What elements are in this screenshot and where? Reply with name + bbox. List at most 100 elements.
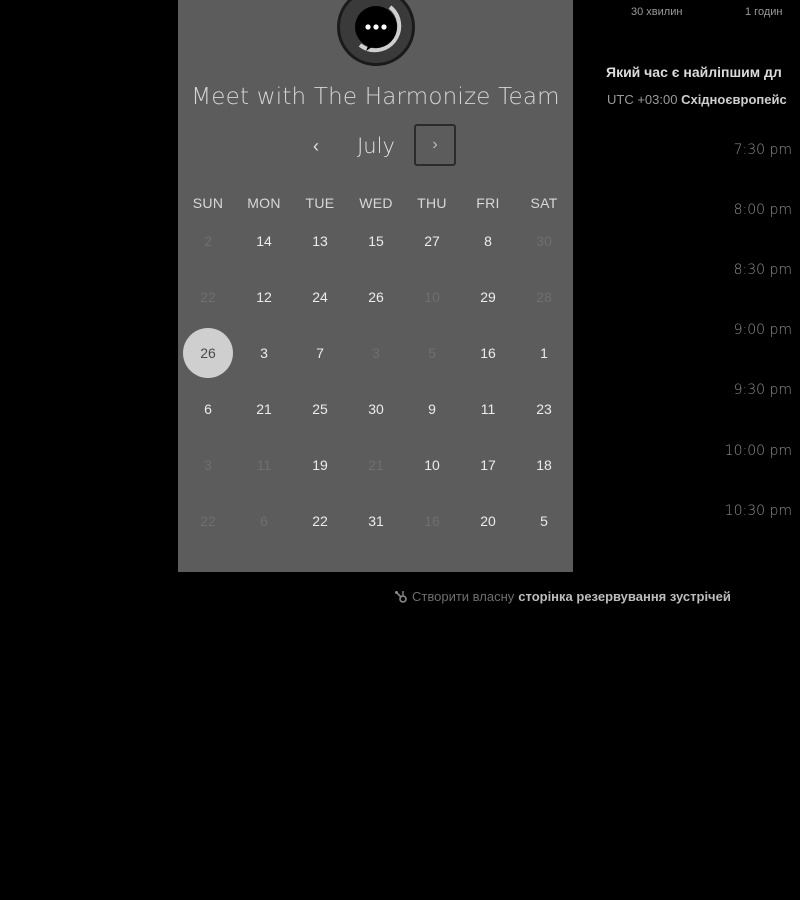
time-question-heading: Який час є найліпшим дл <box>606 64 782 80</box>
day-number: 7 <box>316 345 324 361</box>
calendar-day[interactable]: 6 <box>180 381 236 437</box>
next-month-button[interactable]: › <box>414 124 456 166</box>
calendar-day[interactable]: 3 <box>236 325 292 381</box>
day-number: 31 <box>368 513 384 529</box>
calendar-day: 22 <box>180 269 236 325</box>
day-number: 19 <box>312 457 328 473</box>
calendar-day[interactable]: 18 <box>516 437 572 493</box>
day-number: 1 <box>540 345 548 361</box>
calendar-day: 21 <box>348 437 404 493</box>
duration-option-60[interactable]: 1 годин <box>745 6 782 18</box>
calendar-day[interactable]: 31 <box>348 493 404 549</box>
calendar-week-row: 26 3 7 3 5 16 1 <box>180 325 572 381</box>
weekday-label: WED <box>359 195 393 211</box>
day-number: 11 <box>480 401 496 417</box>
day-number: 5 <box>540 513 548 529</box>
day-number: 18 <box>536 457 552 473</box>
calendar-day[interactable]: 14 <box>236 213 292 269</box>
calendar-week-row: 2 14 13 15 27 8 30 <box>180 213 572 269</box>
day-number: 11 <box>256 457 272 473</box>
chevron-left-icon: ‹ <box>313 135 319 156</box>
chat-bubble-icon <box>355 5 402 53</box>
day-number: 3 <box>372 345 380 361</box>
calendar-day[interactable]: 17 <box>460 437 516 493</box>
day-number: 16 <box>480 345 496 361</box>
calendar-day[interactable]: 29 <box>460 269 516 325</box>
day-number: 2 <box>204 233 212 249</box>
calendar-day: 30 <box>516 213 572 269</box>
calendar-week-row: 22 6 22 31 16 20 5 <box>180 493 572 549</box>
calendar-day: 11 <box>236 437 292 493</box>
weekday-label: MON <box>247 195 281 211</box>
month-label: July <box>357 134 395 158</box>
time-slot[interactable]: 7:30 pm <box>734 142 792 158</box>
calendar-day[interactable]: 11 <box>460 381 516 437</box>
day-number: 3 <box>260 345 268 361</box>
calendar-day: 3 <box>348 325 404 381</box>
day-number: 16 <box>424 513 440 529</box>
time-slot[interactable]: 8:00 pm <box>734 202 792 218</box>
duration-option-30[interactable]: 30 хвилин <box>631 6 682 18</box>
calendar-day: 3 <box>180 437 236 493</box>
calendar-day[interactable]: 30 <box>348 381 404 437</box>
calendar-day[interactable]: 12 <box>236 269 292 325</box>
calendar-day[interactable]: 13 <box>292 213 348 269</box>
calendar-week-row: 22 12 24 26 10 29 28 <box>180 269 572 325</box>
sprocket-icon <box>395 590 407 603</box>
calendar-day[interactable]: 1 <box>516 325 572 381</box>
footer-link-text[interactable]: сторінка резервування зустрічей <box>518 589 731 604</box>
chevron-right-icon: › <box>432 136 438 153</box>
calendar-day[interactable]: 10 <box>404 437 460 493</box>
weekday-label: SUN <box>192 195 224 211</box>
time-slot[interactable]: 10:00 pm <box>725 443 792 459</box>
day-number: 27 <box>424 233 440 249</box>
weekday-label: TUE <box>305 195 335 211</box>
calendar-day: 5 <box>404 325 460 381</box>
time-slot[interactable]: 9:00 pm <box>734 322 792 338</box>
calendar-grid: 2 14 13 15 27 8 30 22 12 24 26 10 29 28 26 3 7 3 5 16 1 6 21 25… <box>180 213 572 549</box>
calendar-day[interactable]: 22 <box>292 493 348 549</box>
time-slot[interactable]: 10:30 pm <box>725 503 792 519</box>
time-slot[interactable]: 9:30 pm <box>734 382 792 398</box>
day-number: 22 <box>200 289 216 305</box>
day-number: 29 <box>480 289 496 305</box>
day-number: 22 <box>200 513 216 529</box>
calendar-day[interactable]: 8 <box>460 213 516 269</box>
time-slot[interactable]: 8:30 pm <box>734 262 792 278</box>
selected-day[interactable]: 26 <box>180 325 236 381</box>
day-number: 8 <box>484 233 492 249</box>
day-number: 22 <box>312 513 328 529</box>
day-number: 6 <box>260 513 268 529</box>
day-number: 23 <box>536 401 552 417</box>
calendar-day[interactable]: 7 <box>292 325 348 381</box>
create-booking-page-link[interactable]: Створити власну сторінка резервування зу… <box>394 589 731 604</box>
calendar-day[interactable]: 27 <box>404 213 460 269</box>
calendar-day[interactable]: 15 <box>348 213 404 269</box>
calendar-day: 22 <box>180 493 236 549</box>
calendar-day[interactable]: 20 <box>460 493 516 549</box>
page: Meet with The Harmonize Team ‹ July › SU… <box>0 0 800 900</box>
calendar-day[interactable]: 21 <box>236 381 292 437</box>
calendar-day[interactable]: 26 <box>348 269 404 325</box>
day-number: 5 <box>428 345 436 361</box>
prev-month-button[interactable]: ‹ <box>298 124 334 168</box>
calendar-day[interactable]: 16 <box>460 325 516 381</box>
page-title: Meet with The Harmonize Team <box>191 84 560 110</box>
day-number: 10 <box>424 289 440 305</box>
calendar-day[interactable]: 23 <box>516 381 572 437</box>
day-number: 17 <box>480 457 496 473</box>
calendar-day[interactable]: 19 <box>292 437 348 493</box>
calendar-day[interactable]: 24 <box>292 269 348 325</box>
timezone-offset: UTC +03:00 <box>607 92 678 107</box>
calendar-day[interactable]: 25 <box>292 381 348 437</box>
weekday-label: THU <box>417 195 447 211</box>
calendar-week-row: 3 11 19 21 10 17 18 <box>180 437 572 493</box>
day-number: 13 <box>312 233 328 249</box>
timezone-label[interactable]: UTC +03:00 Східноєвропейс <box>607 92 787 107</box>
calendar-day[interactable]: 9 <box>404 381 460 437</box>
calendar-day[interactable]: 5 <box>516 493 572 549</box>
calendar-day: 16 <box>404 493 460 549</box>
calendar-week-row: 6 21 25 30 9 11 23 <box>180 381 572 437</box>
day-number: 30 <box>536 233 552 249</box>
day-number: 21 <box>256 401 272 417</box>
